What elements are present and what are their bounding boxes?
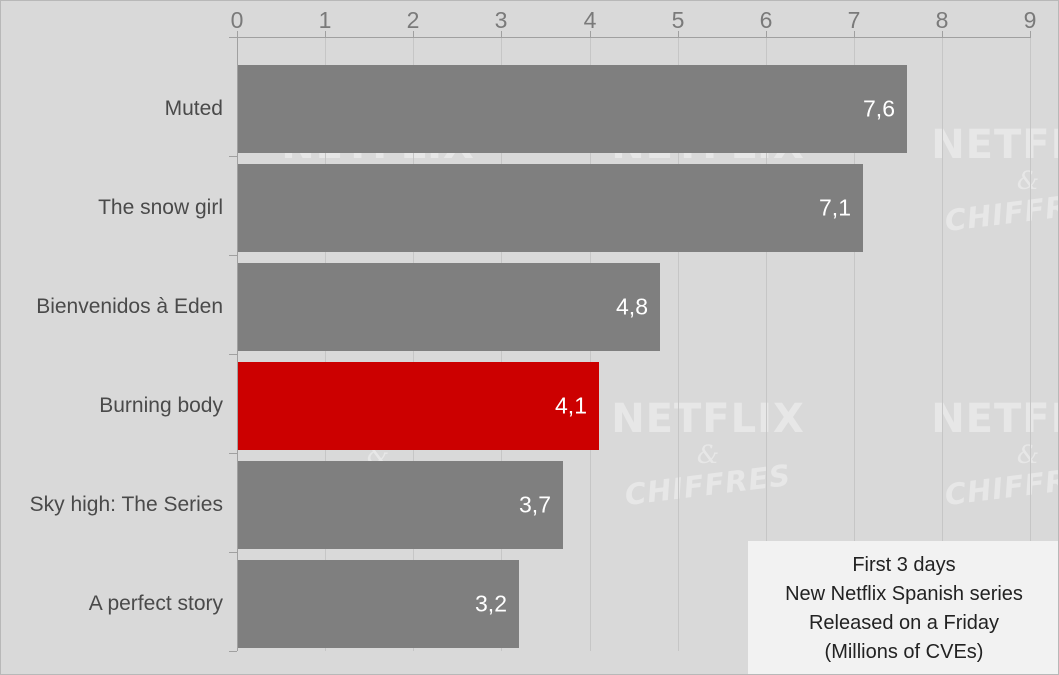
bar-value-label: 3,7 [519, 491, 551, 518]
bar-sky-high-the-series[interactable]: 3,7 [237, 461, 563, 549]
category-label-bienvenidos-a-eden: Bienvenidos à Eden [36, 295, 223, 318]
bar-bienvenidos-a-eden[interactable]: 4,8 [237, 263, 660, 351]
x-axis-tick-label: 3 [494, 7, 508, 33]
bar-a-perfect-story[interactable]: 3,2 [237, 560, 519, 648]
bar-the-snow-girl[interactable]: 7,1 [237, 164, 863, 252]
bar-chart: NETFLIX & CHIFFRES NETFLIX & CHIFFRES NE… [0, 0, 1059, 675]
y-axis-tick [229, 156, 237, 157]
x-axis-line [237, 37, 1031, 38]
x-axis-tick-label: 9 [1023, 7, 1037, 33]
category-label-burning-body: Burning body [99, 394, 223, 417]
y-axis-line [237, 37, 238, 651]
x-axis-tick-label: 7 [847, 7, 861, 33]
legend-line-4: (Millions of CVEs) [824, 640, 984, 663]
bar-muted[interactable]: 7,6 [237, 65, 907, 153]
x-axis-tick-label: 4 [583, 7, 597, 33]
bar-value-label: 3,2 [475, 590, 507, 617]
legend-line-1: First 3 days [852, 553, 956, 576]
x-axis-tick-label: 8 [935, 7, 949, 33]
category-label-the-snow-girl: The snow girl [98, 196, 223, 219]
category-label-a-perfect-story: A perfect story [88, 592, 223, 615]
category-label-muted: Muted [164, 97, 223, 120]
bar-value-label: 4,1 [555, 392, 587, 419]
x-axis-tick-label: 2 [406, 7, 420, 33]
y-axis-tick [229, 552, 237, 553]
x-axis-tick-label: 0 [230, 7, 244, 33]
bar-value-label: 7,1 [819, 194, 851, 221]
category-label-sky-high-the-series: Sky high: The Series [29, 493, 223, 516]
y-axis-tick [229, 255, 237, 256]
x-axis-tick-label: 1 [318, 7, 332, 33]
y-axis-tick [229, 453, 237, 454]
legend-line-2: New Netflix Spanish series [785, 582, 1023, 605]
bar-value-label: 4,8 [616, 293, 648, 320]
y-axis-tick [229, 651, 237, 652]
y-axis-tick [229, 37, 237, 38]
bar-value-label: 7,6 [863, 95, 895, 122]
bar-burning-body[interactable]: 4,1 [237, 362, 599, 450]
x-axis-tick-label: 6 [759, 7, 773, 33]
legend-line-3: Released on a Friday [808, 611, 1000, 634]
y-axis-tick [229, 354, 237, 355]
legend-box: First 3 days New Netflix Spanish series … [748, 541, 1058, 674]
x-axis-tick-label: 5 [671, 7, 685, 33]
